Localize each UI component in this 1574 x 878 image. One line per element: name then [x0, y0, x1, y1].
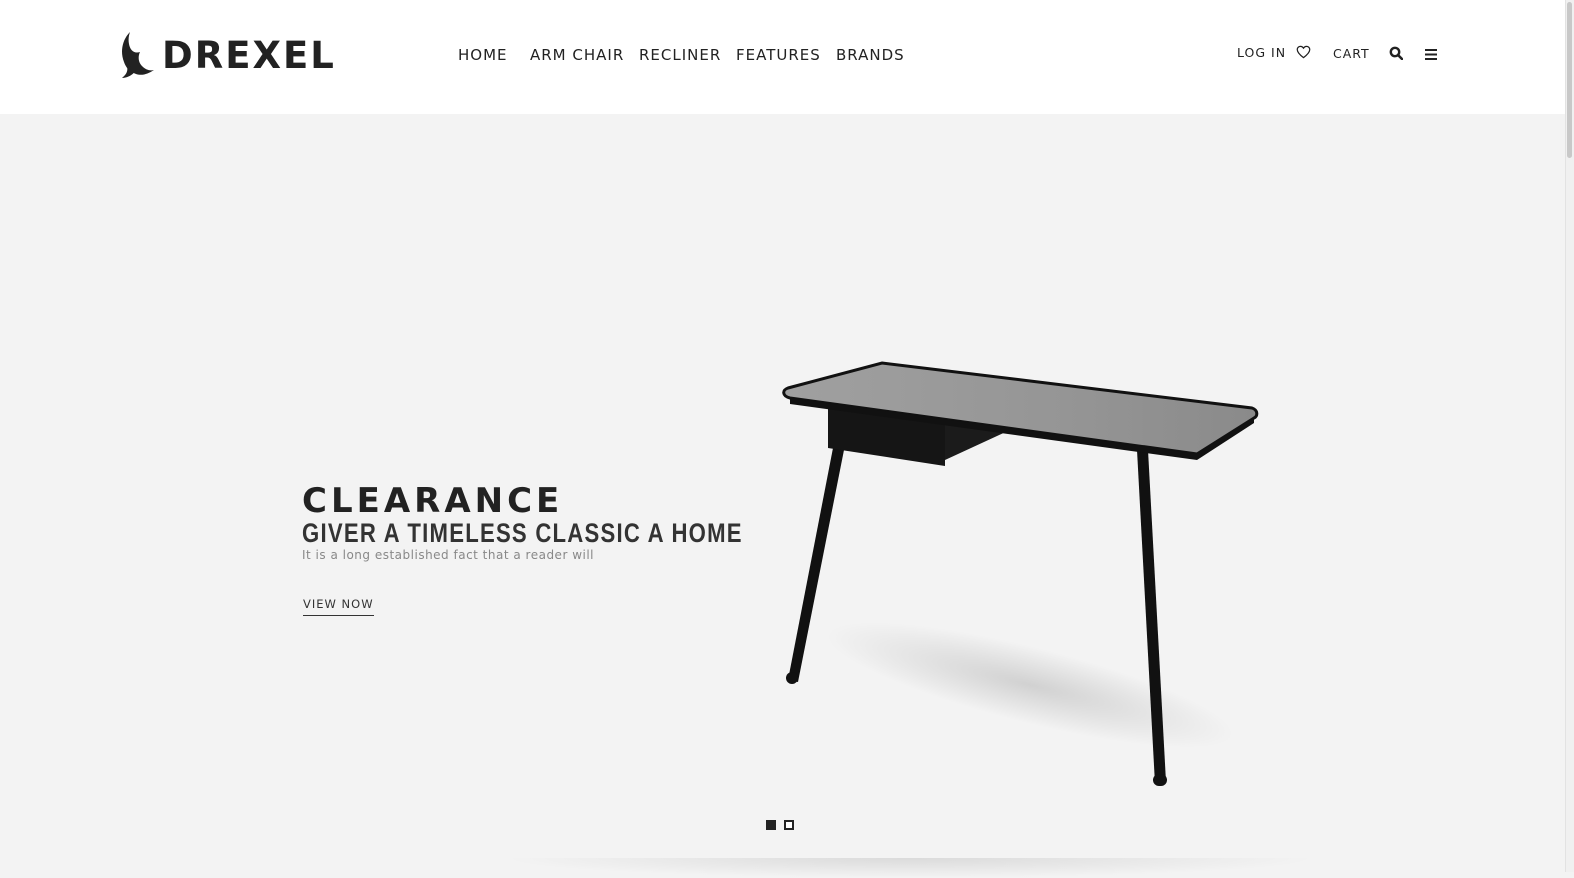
brand-logo[interactable]: DREXEL	[120, 30, 336, 80]
search-button[interactable]	[1389, 46, 1404, 63]
brand-name: DREXEL	[162, 33, 336, 77]
page-scrollbar[interactable]	[1565, 0, 1574, 872]
hero-title: CLEARANCE	[302, 480, 564, 521]
desk-product-image	[782, 361, 1259, 786]
login-link[interactable]: LOG IN	[1237, 45, 1286, 60]
nav-item-brands[interactable]: BRANDS	[836, 46, 905, 64]
view-now-button[interactable]: VIEW NOW	[303, 597, 374, 616]
search-icon	[1389, 46, 1404, 61]
nav-item-arm-chair[interactable]: ARM CHAIR	[530, 46, 624, 64]
nav-item-home[interactable]: HOME	[458, 46, 508, 64]
slider-dot-1[interactable]	[766, 820, 776, 830]
cart-link[interactable]: CART	[1333, 46, 1370, 61]
bird-logo-icon	[122, 32, 154, 78]
hero-description: It is a long established fact that a rea…	[302, 548, 595, 562]
wishlist-button[interactable]	[1296, 45, 1311, 62]
nav-item-features[interactable]: FEATURES	[736, 46, 821, 64]
nav-item-recliner[interactable]: RECLINER	[639, 46, 721, 64]
menu-icon	[1425, 49, 1437, 60]
site-header: DREXEL HOME ARM CHAIR RECLINER FEATURES …	[0, 0, 1566, 114]
slider-dot-2[interactable]	[784, 820, 794, 830]
content-card-shadow	[500, 858, 1320, 878]
heart-icon	[1296, 45, 1311, 59]
hero-subtitle: GIVER A TIMELESS CLASSIC A HOME	[302, 518, 743, 549]
menu-button[interactable]	[1425, 48, 1437, 63]
scrollbar-thumb[interactable]	[1567, 2, 1572, 158]
